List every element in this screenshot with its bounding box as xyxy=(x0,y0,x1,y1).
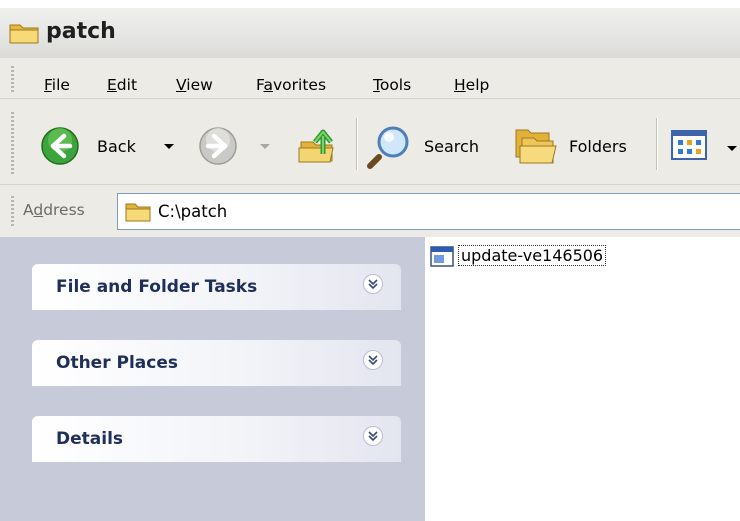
task-group-title: File and Folder Tasks xyxy=(56,277,258,297)
menu-help-key: H xyxy=(454,76,466,94)
menu-file[interactable]: File xyxy=(44,76,70,94)
views-dropdown-icon[interactable] xyxy=(726,140,738,159)
back-arrow-icon xyxy=(40,126,80,170)
task-group-details[interactable]: Details xyxy=(32,416,401,462)
task-group-title: Other Places xyxy=(56,353,178,373)
menu-view-key: V xyxy=(176,76,187,94)
toolbar-separator xyxy=(356,118,357,170)
chevron-down-icon[interactable] xyxy=(363,426,383,446)
back-dropdown-icon[interactable] xyxy=(163,138,175,157)
search-icon xyxy=(366,122,414,174)
toolbar-separator xyxy=(656,118,657,170)
address-label-rest: dress xyxy=(43,201,85,219)
menu-bar-grip[interactable] xyxy=(11,66,14,92)
search-label: Search xyxy=(424,137,479,156)
menu-file-rest: ile xyxy=(51,76,70,94)
task-group-title: Details xyxy=(56,429,124,449)
folder-icon xyxy=(8,21,40,49)
folder-icon xyxy=(124,201,152,227)
views-icon[interactable] xyxy=(670,128,710,166)
menu-favorites-pre: F xyxy=(256,76,264,94)
menu-file-key: F xyxy=(44,76,52,94)
menu-edit-rest: dit xyxy=(116,76,138,94)
forward-dropdown-icon[interactable] xyxy=(259,138,271,157)
folders-label: Folders xyxy=(569,137,627,156)
title-bar[interactable]: patch xyxy=(0,8,740,58)
address-input[interactable]: C:\patch xyxy=(117,193,740,230)
address-label: Address xyxy=(23,201,85,219)
toolbar-grip[interactable] xyxy=(11,112,14,174)
file-name: update-ve146506 xyxy=(458,245,607,266)
menu-help[interactable]: Help xyxy=(454,76,489,94)
menu-view[interactable]: View xyxy=(176,76,213,94)
address-bar-grip[interactable] xyxy=(11,196,14,226)
menu-edit-key: E xyxy=(107,76,117,94)
up-folder-icon[interactable] xyxy=(295,120,343,172)
menu-view-rest: iew xyxy=(186,76,213,94)
file-list-area[interactable] xyxy=(425,237,740,521)
chevron-down-icon[interactable] xyxy=(363,350,383,370)
menu-tools[interactable]: Tools xyxy=(373,76,411,94)
address-path: C:\patch xyxy=(158,202,228,221)
task-group-other-places[interactable]: Other Places xyxy=(32,340,401,386)
task-group-file-folder-tasks[interactable]: File and Folder Tasks xyxy=(32,264,401,310)
menu-tools-key: T xyxy=(373,76,380,94)
menu-favorites-rest: vorites xyxy=(273,76,327,94)
folders-icon xyxy=(512,124,558,170)
menu-edit[interactable]: Edit xyxy=(107,76,137,94)
address-label-pre: A xyxy=(23,201,34,219)
address-label-key: d xyxy=(33,201,44,219)
menu-favorites-key: a xyxy=(263,76,274,94)
forward-arrow-icon[interactable] xyxy=(198,126,238,170)
back-label: Back xyxy=(97,137,136,156)
menu-tools-rest: ools xyxy=(379,76,412,94)
menu-help-rest: elp xyxy=(465,76,490,94)
menu-favorites[interactable]: Favorites xyxy=(256,76,326,94)
executable-file-icon xyxy=(430,246,454,272)
chevron-down-icon[interactable] xyxy=(363,274,383,294)
window-title: patch xyxy=(46,19,116,44)
